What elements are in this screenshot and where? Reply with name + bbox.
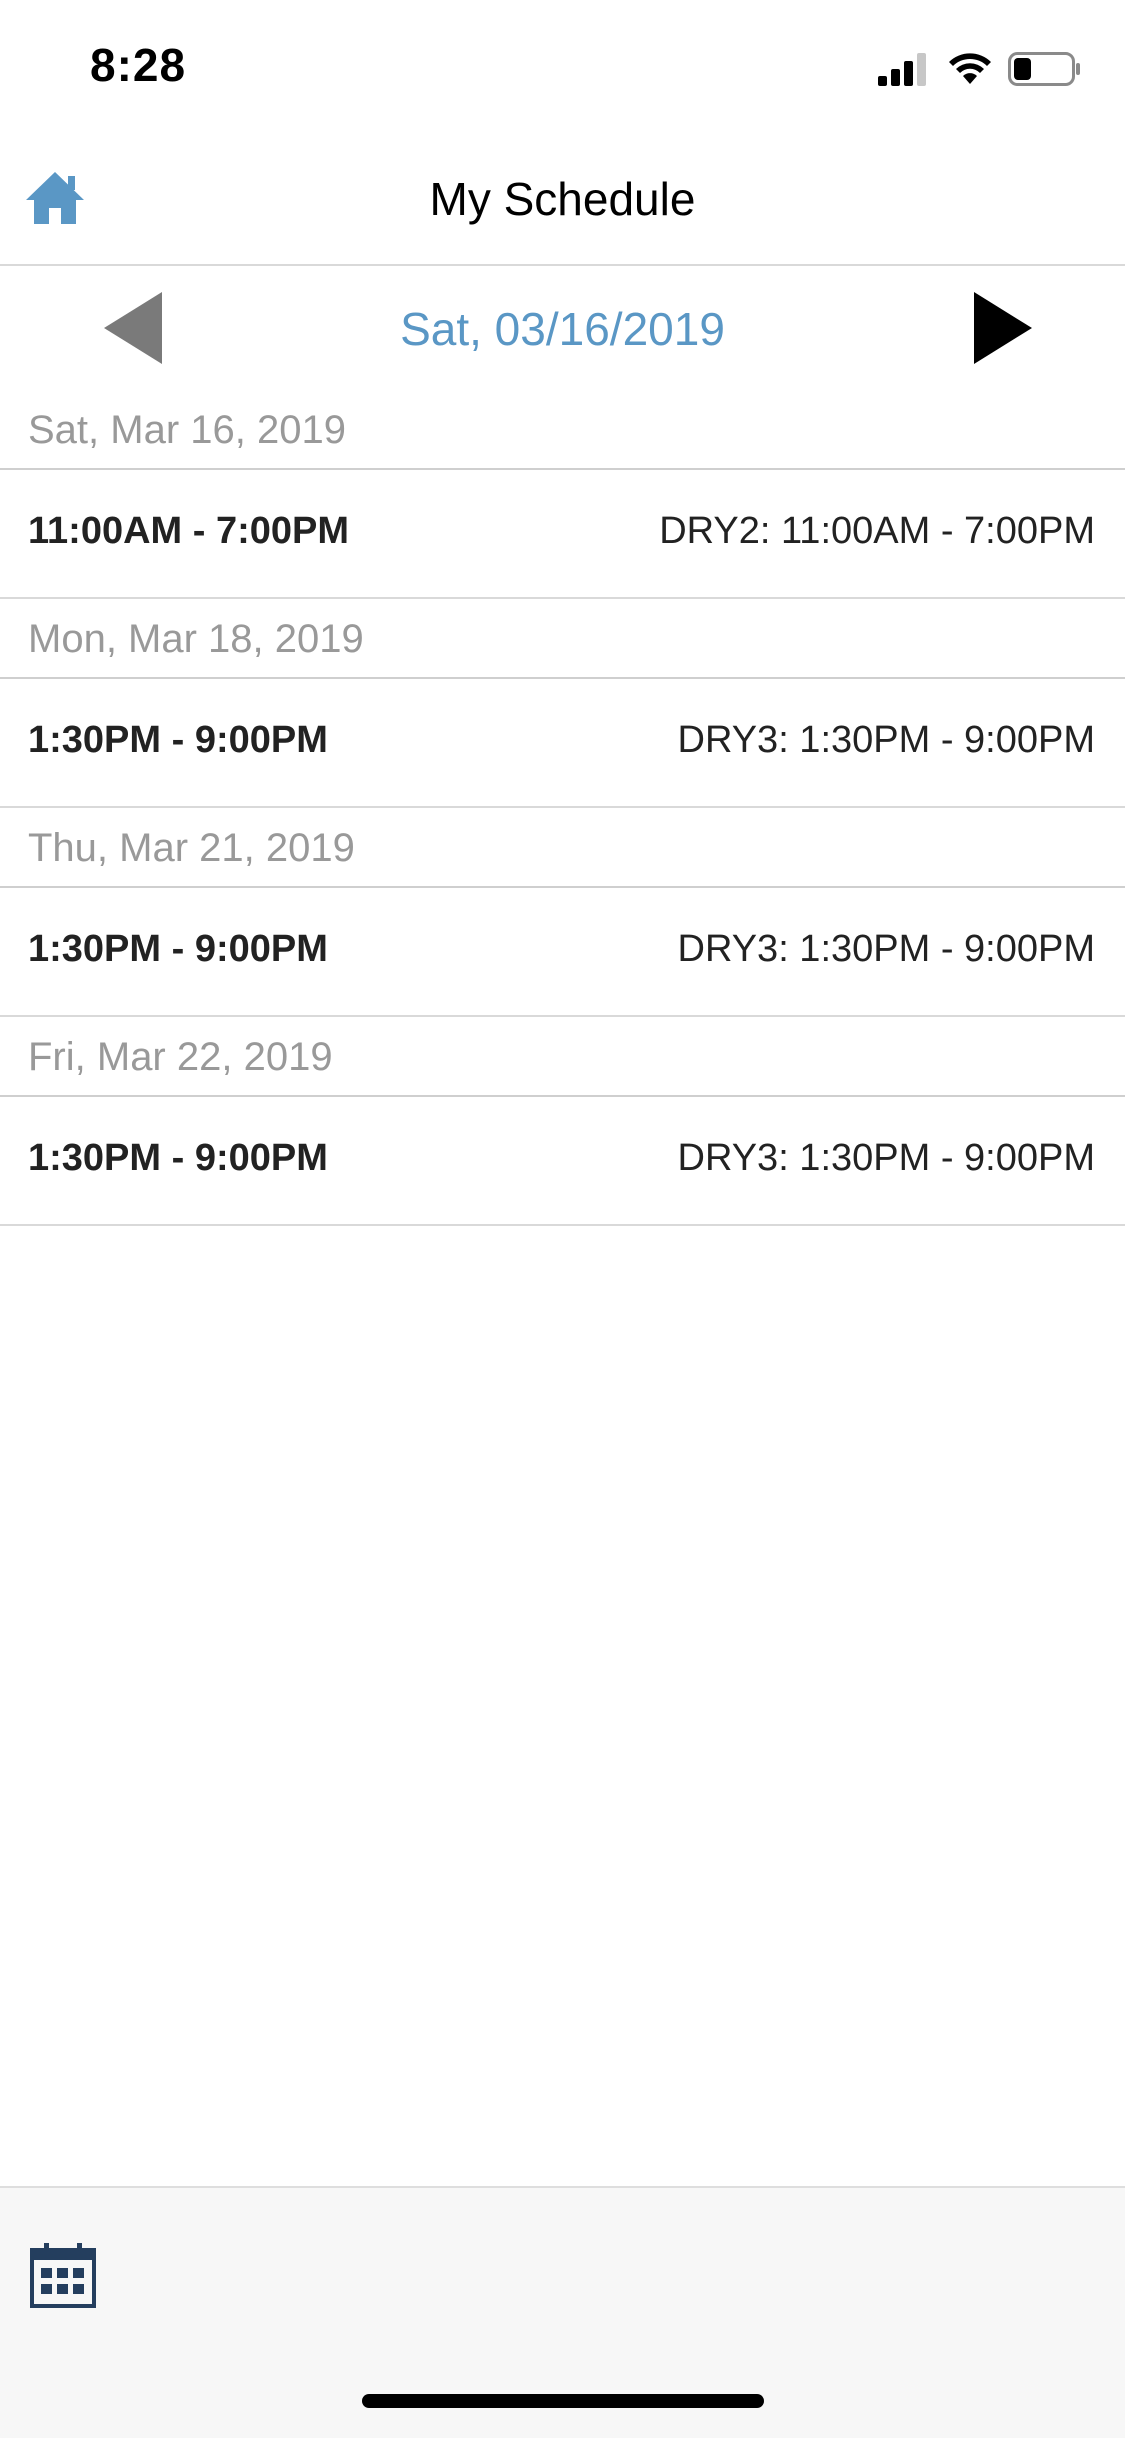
shift-time: 1:30PM - 9:00PM [28,719,328,761]
day-header: Thu, Mar 21, 2019 [0,808,1125,888]
day-group: Sat, Mar 16, 2019 11:00AM - 7:00PM DRY2:… [0,390,1125,599]
shift-row[interactable]: 1:30PM - 9:00PM DRY3: 1:30PM - 9:00PM [0,679,1125,808]
shift-detail: DRY3: 1:30PM - 9:00PM [677,719,1095,761]
nav-bar: My Schedule [0,132,1125,266]
day-header-label: Sat, Mar 16, 2019 [28,408,346,452]
cellular-signal-icon [878,53,926,86]
day-group: Thu, Mar 21, 2019 1:30PM - 9:00PM DRY3: … [0,808,1125,1017]
shift-row[interactable]: 11:00AM - 7:00PM DRY2: 11:00AM - 7:00PM [0,470,1125,599]
schedule-list: Sat, Mar 16, 2019 11:00AM - 7:00PM DRY2:… [0,390,1125,1226]
shift-detail: DRY3: 1:30PM - 9:00PM [677,1137,1095,1179]
previous-date-button[interactable] [104,292,162,364]
shift-detail: DRY2: 11:00AM - 7:00PM [659,510,1095,552]
status-time: 8:28 [90,39,187,91]
shift-row[interactable]: 1:30PM - 9:00PM DRY3: 1:30PM - 9:00PM [0,1097,1125,1226]
home-indicator[interactable] [362,2394,764,2408]
page-title: My Schedule [429,173,696,225]
day-header: Sat, Mar 16, 2019 [0,390,1125,470]
calendar-icon[interactable] [30,2242,96,2308]
next-date-button[interactable] [974,292,1032,364]
day-group: Fri, Mar 22, 2019 1:30PM - 9:00PM DRY3: … [0,1017,1125,1226]
shift-time: 1:30PM - 9:00PM [28,1137,328,1179]
day-header-label: Thu, Mar 21, 2019 [28,826,355,870]
shift-time: 11:00AM - 7:00PM [28,510,350,552]
day-header-label: Fri, Mar 22, 2019 [28,1035,333,1079]
shift-time: 1:30PM - 9:00PM [28,928,328,970]
shift-row[interactable]: 1:30PM - 9:00PM DRY3: 1:30PM - 9:00PM [0,888,1125,1017]
day-header: Fri, Mar 22, 2019 [0,1017,1125,1097]
day-header: Mon, Mar 18, 2019 [0,599,1125,679]
wifi-icon [949,53,991,84]
current-date: Sat, 03/16/2019 [400,303,725,355]
status-bar: 8:28 [0,0,1125,132]
date-navigator: Sat, 03/16/2019 [0,266,1125,390]
battery-icon [1008,52,1080,86]
day-group: Mon, Mar 18, 2019 1:30PM - 9:00PM DRY3: … [0,599,1125,808]
day-header-label: Mon, Mar 18, 2019 [28,617,364,661]
shift-detail: DRY3: 1:30PM - 9:00PM [677,928,1095,970]
